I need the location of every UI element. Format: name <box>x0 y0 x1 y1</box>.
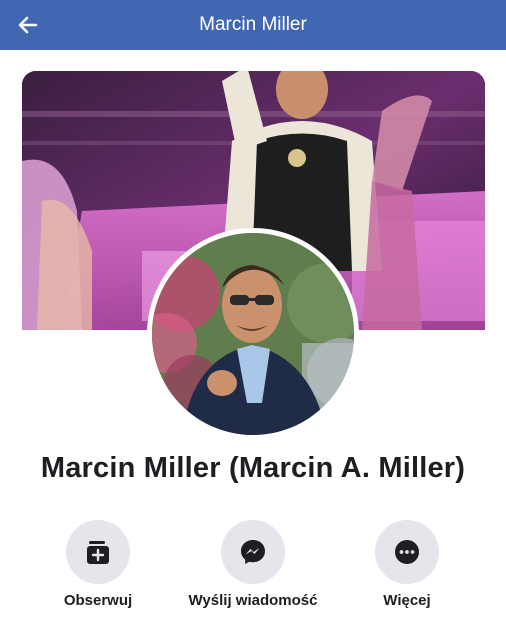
page-title: Marcin Miller <box>199 14 307 35</box>
profile-actions: Obserwuj Wyślij wiadomość Więcej <box>0 520 506 620</box>
send-message-button[interactable]: Wyślij wiadomość <box>173 520 333 609</box>
follow-button[interactable]: Obserwuj <box>18 520 178 609</box>
follow-button-circle[interactable] <box>66 520 130 584</box>
follow-icon <box>87 541 109 564</box>
more-label: Więcej <box>383 592 431 609</box>
profile-picture[interactable] <box>147 228 359 440</box>
follow-label: Obserwuj <box>63 592 133 609</box>
send-message-button-circle[interactable] <box>221 520 285 584</box>
send-message-label: Wyślij wiadomość <box>188 592 318 609</box>
messenger-icon <box>241 540 265 564</box>
more-button-circle[interactable] <box>375 520 439 584</box>
more-icon <box>395 540 419 564</box>
profile-name: Marcin Miller (Marcin A. Miller) <box>40 452 466 484</box>
more-button[interactable]: Więcej <box>327 520 487 609</box>
top-navigation-bar: Marcin Miller <box>0 0 506 50</box>
